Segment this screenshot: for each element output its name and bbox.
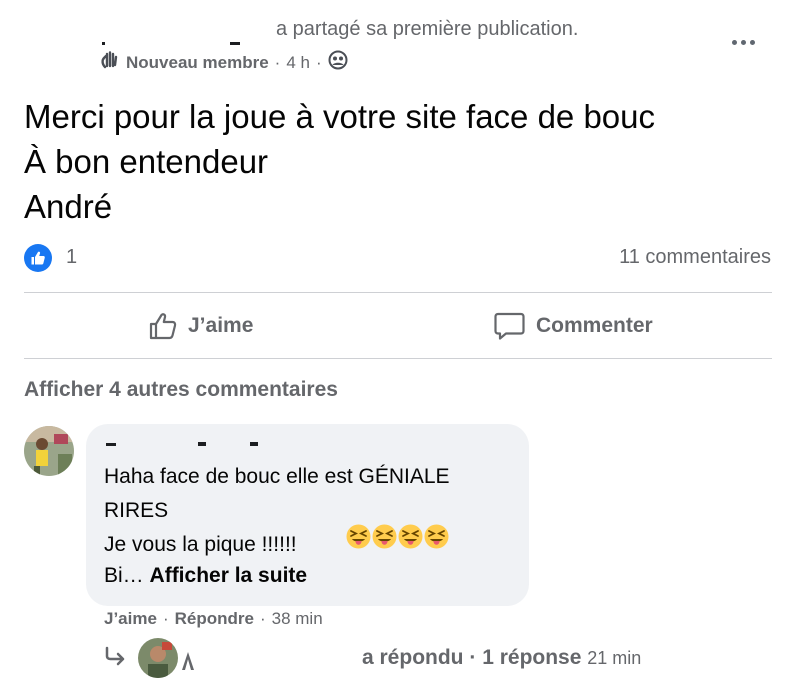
more-dot-icon bbox=[749, 39, 755, 45]
divider bbox=[24, 292, 772, 293]
separator: · bbox=[162, 609, 169, 628]
truncated-text: Bi… bbox=[104, 564, 144, 587]
divider bbox=[24, 358, 772, 359]
more-dot-icon bbox=[731, 39, 737, 45]
author-name-redacted[interactable] bbox=[100, 20, 270, 46]
comment-button[interactable]: Commenter bbox=[494, 298, 653, 354]
squinting-tongue-emoji-icon bbox=[398, 524, 423, 549]
new-member-badge[interactable]: Nouveau membre bbox=[126, 53, 269, 73]
separator: · bbox=[469, 646, 477, 669]
post-text: Merci pour la joue à votre site face de … bbox=[24, 98, 656, 225]
reply-replied-text: a répondu bbox=[362, 646, 464, 669]
see-more-link[interactable]: Afficher la suite bbox=[150, 564, 308, 587]
comment-count[interactable]: 11 commentaires bbox=[619, 246, 771, 269]
like-button-label: J’aime bbox=[188, 314, 254, 337]
reply-summary[interactable]: a répondu · 1 réponse 21 min bbox=[362, 646, 641, 670]
meta-separator: · bbox=[274, 52, 281, 72]
more-options-button[interactable] bbox=[726, 30, 760, 54]
separator: · bbox=[259, 609, 266, 628]
reply-arrow-icon bbox=[104, 646, 126, 671]
commenter-avatar[interactable] bbox=[24, 426, 74, 476]
shared-first-post-text: a partagé sa première publication. bbox=[276, 18, 579, 40]
comment-button-label: Commenter bbox=[536, 314, 653, 337]
reply-time: 21 min bbox=[587, 648, 642, 668]
squinting-tongue-emoji-icon bbox=[424, 524, 449, 549]
replier-name-redacted[interactable] bbox=[180, 646, 360, 670]
comment-like-button[interactable]: J’aime bbox=[104, 609, 157, 629]
like-button[interactable]: J’aime bbox=[148, 298, 253, 354]
squinting-tongue-emoji-icon bbox=[346, 524, 371, 549]
thumbs-up-icon bbox=[149, 313, 177, 340]
audience-group-icon[interactable] bbox=[328, 50, 348, 75]
more-dot-icon bbox=[740, 39, 746, 45]
comment-reply-button[interactable]: Répondre bbox=[175, 609, 254, 629]
new-member-waving-hand-icon bbox=[100, 50, 120, 75]
comment-bubble-icon bbox=[494, 312, 525, 340]
comment-actions: J’aime · Répondre · 38 min bbox=[104, 609, 323, 629]
comment-author-redacted[interactable] bbox=[104, 432, 284, 454]
replier-avatar[interactable] bbox=[138, 638, 178, 678]
post-meta: Nouveau membre · 4 h · bbox=[100, 50, 348, 75]
meta-separator: · bbox=[315, 52, 322, 72]
squinting-tongue-emoji-icon bbox=[372, 524, 397, 549]
tongue-out-emojis bbox=[346, 524, 449, 549]
comment-truncated: Bi… Afficher la suite bbox=[104, 564, 307, 588]
comment-time[interactable]: 38 min bbox=[272, 609, 323, 629]
show-more-comments-link[interactable]: Afficher 4 autres commentaires bbox=[24, 378, 338, 402]
reply-count-link[interactable]: 1 réponse bbox=[482, 646, 581, 669]
post-time[interactable]: 4 h bbox=[286, 53, 310, 73]
like-reaction-icon[interactable] bbox=[24, 244, 52, 272]
reaction-count[interactable]: 1 bbox=[66, 246, 77, 269]
